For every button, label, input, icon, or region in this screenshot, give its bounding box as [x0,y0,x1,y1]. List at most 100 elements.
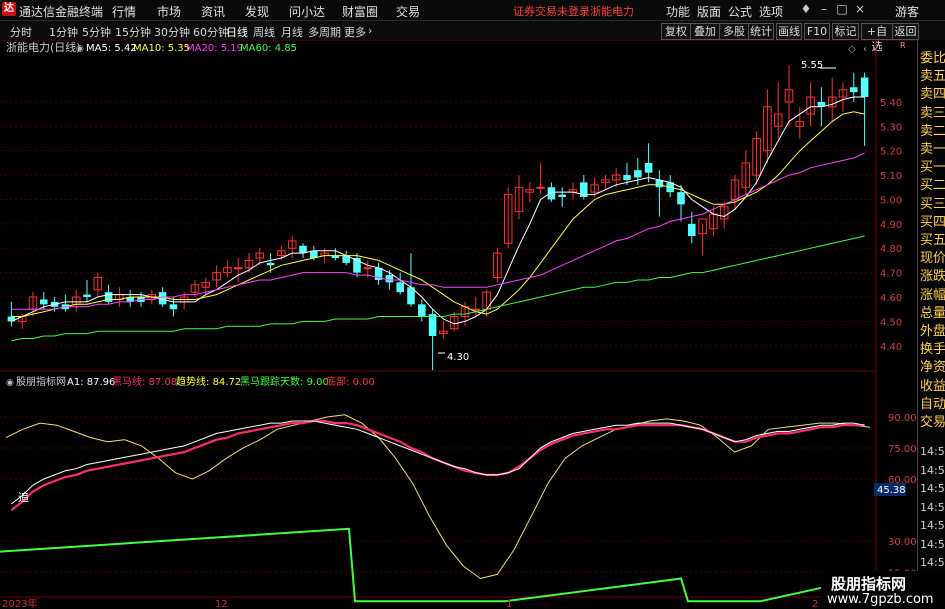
back-button[interactable]: 返回 [892,23,919,40]
guest-label[interactable]: 游客 [895,3,919,20]
candle-body [688,223,696,237]
ma5-legend: MA5: 5.42 [86,43,137,54]
ma10-legend: MA10: 5.35 [133,43,190,54]
side-time-2: 14:56 [920,482,945,495]
side-label-4: 卖二 [920,123,945,139]
chevron-right-icon[interactable]: › [368,24,372,37]
candle-body [536,186,545,189]
side-label-8: 买三 [920,196,945,212]
side-label-0: 委比 [920,51,945,66]
menu-market[interactable]: 市场 [157,3,181,20]
period-1min[interactable]: 1分钟 [49,24,78,40]
watermark-title: 股朋指标网 [831,575,907,593]
minimize-icon[interactable]: – [815,2,833,17]
settings-icon[interactable]: ◉ [76,44,84,54]
collapse-icon[interactable]: ‹ [863,44,867,55]
login-notice[interactable]: 证券交易未登录 [513,3,590,19]
watermark: 股朋指标网 www.7gpzb.com [821,571,945,609]
side-label-5: 卖一 [920,142,945,157]
overlay-button[interactable]: 叠加 [690,23,720,40]
side-time-5: 14:56 [920,537,945,551]
add-favorite-button[interactable]: +自选 [861,23,893,53]
multi-stock-button[interactable]: 多股 [719,23,749,40]
price-tick: 4.40 [880,342,902,353]
ind-bottom-legend: 底部: 0.00 [326,375,375,388]
menu-discover[interactable]: 发现 [245,3,269,20]
side-label-9: 买四 [920,214,945,230]
app-logo-icon: 达 [2,2,16,16]
period-30min[interactable]: 30分钟 [154,24,190,40]
menu-function[interactable]: 功能 [666,3,690,20]
menu-layout[interactable]: 版面 [697,3,721,20]
stats-button[interactable]: 统计 [748,23,774,40]
side-time-0: 14:56 [920,445,945,458]
kline-chart[interactable]: 浙能电力(日线) ◉ MA5: 5.42 MA10: 5.35 MA20: 5.… [0,40,945,609]
menu-quotes[interactable]: 行情 [112,3,136,20]
high-label: 5.55 [801,60,823,71]
candle-body [634,170,642,178]
x-label-jan: 1 [506,599,512,609]
ma20-legend: MA20: 5.19 [186,43,243,54]
candle-body [428,314,437,337]
menu-bar: 达 通达信金融终端 行情 市场 资讯 发现 问小达 财富圈 交易 证券交易未登录… [0,0,945,21]
period-60min[interactable]: 60分钟 [193,24,229,40]
candle-body [396,282,404,293]
period-daily[interactable]: 日线 [226,24,248,40]
side-label-3: 卖三 [920,105,945,121]
candle-body [418,304,426,317]
maximize-icon[interactable]: □ [833,2,851,17]
candle-body [850,87,858,93]
menu-formula[interactable]: 公式 [728,3,752,20]
indicator-tick: 90.00 [888,413,917,424]
indicator-axis-ticks: 90.0075.0060.0030.0015.00 [888,413,917,579]
period-multi[interactable]: 多周期 [308,24,341,40]
low-label: 4.30 [447,352,469,363]
period-monthly[interactable]: 月线 [281,24,303,40]
candle-body [623,175,631,180]
ind-a1-legend: A1: 87.96 [67,377,115,388]
draw-button[interactable]: 画线 [776,23,802,40]
period-15min[interactable]: 15分钟 [115,24,151,40]
ind-days-legend: 黑马跟踪天数: 9.00 [240,375,329,388]
skin-icon[interactable]: ♦ [797,2,815,17]
mark-button[interactable]: 标记 [832,23,859,40]
period-more[interactable]: 更多 [344,24,366,40]
menu-ask[interactable]: 问小达 [289,3,325,20]
candle-body [83,294,91,298]
indicator-settings-icon[interactable]: ◉ [6,378,14,388]
diamond-icon[interactable]: ◇ [848,44,856,55]
corner-label: R [900,41,906,50]
high-annotation: 5.55 [801,60,836,71]
candle-body [363,267,373,270]
side-label-12: 涨跌 [920,269,945,285]
adjust-button[interactable]: 复权 [661,23,691,40]
menu-trade[interactable]: 交易 [396,3,420,20]
quote-side-panel: 委比 卖五 卖四 卖三 卖二 卖一 买一 买二 买三 买四 买五 现价 涨跌 涨幅 总量 外盘 换手 净资 收益 自动… [917,40,945,609]
period-5min[interactable]: 5分钟 [82,24,111,40]
side-label-18: 收益 [920,378,945,394]
menu-news[interactable]: 资讯 [201,3,225,20]
period-weekly[interactable]: 周线 [253,24,275,40]
side-label-19[interactable]: 自动 [920,393,945,412]
side-label-20[interactable]: 交易 [920,411,945,430]
side-label-17: 净资 [920,360,945,376]
candle-body [158,292,167,305]
x-label-dec: 12 [215,599,228,609]
expand-icon[interactable]: › [873,44,877,55]
ma5-line [11,96,865,325]
price-tick: 4.80 [880,244,902,255]
candle-body [40,299,48,305]
ma60-line [11,235,865,342]
f10-button[interactable]: F10 [804,23,830,40]
indicator-lines [0,414,876,603]
stock-name-link[interactable]: 浙能电力 [590,3,634,19]
close-icon[interactable]: × [851,2,869,17]
ma-lines [11,96,865,342]
heima-line [10,419,865,511]
chart-grid [0,101,876,347]
menu-options[interactable]: 选项 [759,3,783,20]
menu-wealth[interactable]: 财富圈 [342,3,378,20]
period-timeshare[interactable]: 分时 [10,24,32,40]
side-time-6: 14:56 [920,556,945,569]
price-tick: 5.40 [880,98,902,109]
